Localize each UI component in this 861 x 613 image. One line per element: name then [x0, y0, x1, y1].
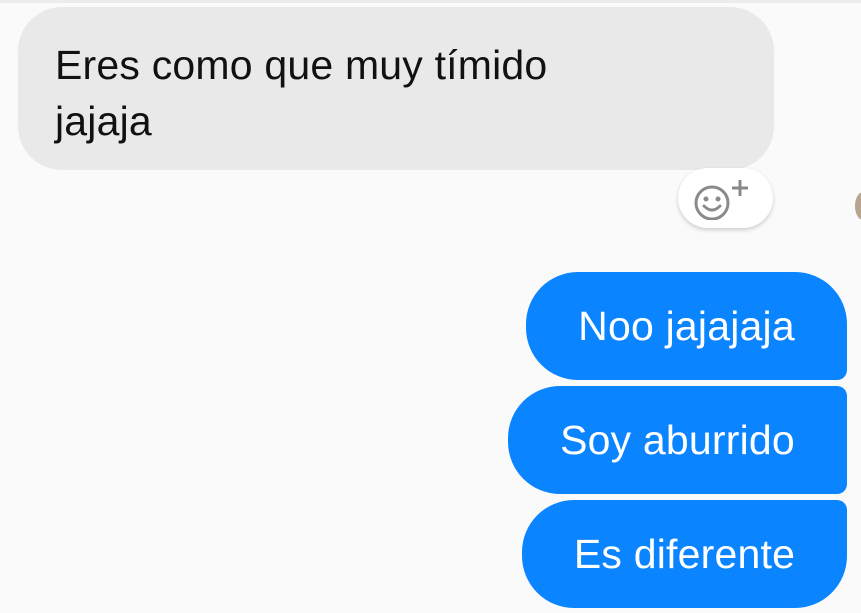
- add-reaction-button[interactable]: [678, 168, 773, 228]
- received-message-bubble[interactable]: Eres como que muy tímido jajaja: [18, 7, 774, 170]
- avatar[interactable]: [855, 192, 861, 220]
- sent-message-bubble[interactable]: Noo jajajaja: [526, 272, 847, 380]
- divider: [0, 0, 861, 3]
- chat-thread: Eres como que muy tímido jajaja Noo jaja…: [0, 0, 861, 613]
- smiley-plus-icon: [694, 180, 748, 220]
- sent-message-bubble[interactable]: Soy aburrido: [508, 386, 847, 494]
- sent-message-bubble[interactable]: Es diferente: [522, 500, 847, 608]
